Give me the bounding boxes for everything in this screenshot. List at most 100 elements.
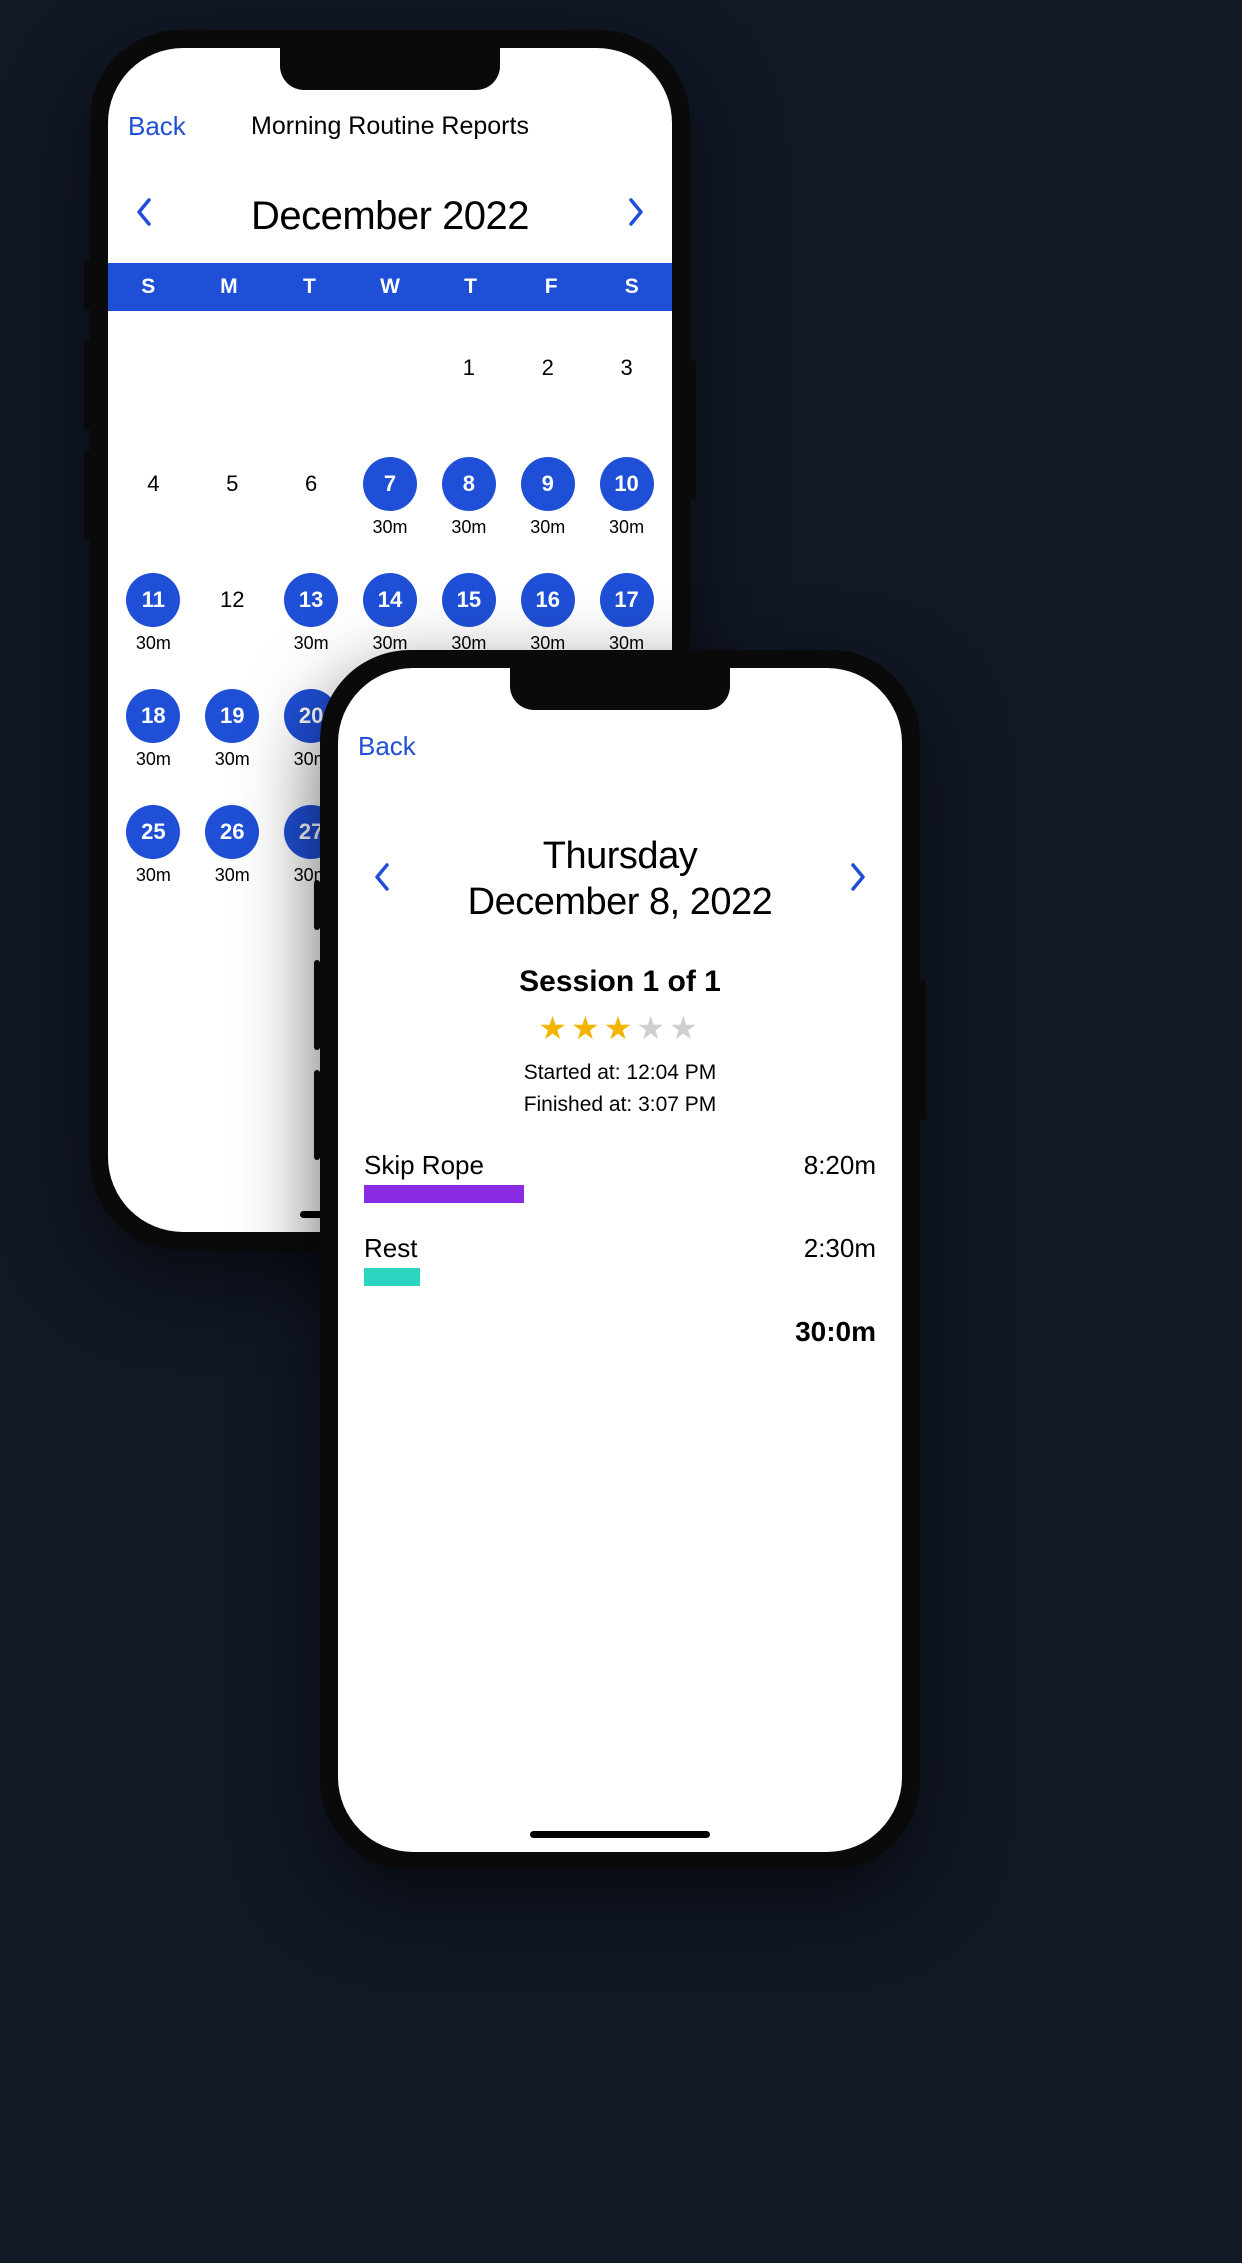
day-number: 16 bbox=[521, 573, 575, 627]
prev-day-button[interactable] bbox=[364, 859, 398, 901]
calendar-day[interactable]: 3 bbox=[587, 341, 666, 427]
navbar: Back Morning Routine Reports bbox=[108, 98, 672, 154]
day-number: 5 bbox=[205, 457, 259, 511]
day-number: 17 bbox=[600, 573, 654, 627]
day-number: 9 bbox=[521, 457, 575, 511]
session-label: Session 1 of 1 bbox=[338, 965, 902, 999]
day-number: 8 bbox=[442, 457, 496, 511]
day-duration: 30m bbox=[530, 517, 565, 538]
star-icon: ★ bbox=[538, 1010, 571, 1046]
day-number: 2 bbox=[521, 341, 575, 395]
calendar-day[interactable]: 2530m bbox=[114, 805, 193, 891]
activity-row: Rest 2:30m bbox=[364, 1233, 876, 1286]
day-number: 11 bbox=[126, 573, 180, 627]
calendar-day[interactable]: 5 bbox=[193, 457, 272, 543]
day-number bbox=[363, 341, 417, 395]
calendar-day[interactable]: 1730m bbox=[587, 573, 666, 659]
day-duration: 30m bbox=[136, 865, 171, 886]
calendar-day[interactable]: 1 bbox=[429, 341, 508, 427]
calendar-day bbox=[114, 341, 193, 427]
calendar-day[interactable]: 4 bbox=[114, 457, 193, 543]
weekday-cell: T bbox=[430, 275, 511, 299]
page-title: Morning Routine Reports bbox=[251, 112, 529, 141]
activity-list: Skip Rope 8:20m Rest 2:30m bbox=[338, 1150, 902, 1286]
day-number: 25 bbox=[126, 805, 180, 859]
day-number: 13 bbox=[284, 573, 338, 627]
calendar-day[interactable]: 2 bbox=[508, 341, 587, 427]
star-icon: ★ bbox=[636, 1010, 669, 1046]
activity-row: Skip Rope 8:20m bbox=[364, 1150, 876, 1203]
weekday-cell: M bbox=[189, 275, 270, 299]
day-duration: 30m bbox=[215, 865, 250, 886]
day-duration: 30m bbox=[609, 517, 644, 538]
calendar-day[interactable]: 1030m bbox=[587, 457, 666, 543]
day-number bbox=[205, 341, 259, 395]
calendar-day[interactable]: 930m bbox=[508, 457, 587, 543]
back-button[interactable]: Back bbox=[358, 731, 416, 762]
day-number: 26 bbox=[205, 805, 259, 859]
day-number: 18 bbox=[126, 689, 180, 743]
day-number: 14 bbox=[363, 573, 417, 627]
star-icon: ★ bbox=[604, 1010, 637, 1046]
day-number: 6 bbox=[284, 457, 338, 511]
started-at: Started at: 12:04 PM bbox=[338, 1057, 902, 1089]
next-day-button[interactable] bbox=[842, 859, 876, 901]
prev-month-button[interactable] bbox=[126, 197, 160, 236]
activity-name: Skip Rope bbox=[364, 1150, 524, 1181]
day-duration: 30m bbox=[136, 749, 171, 770]
activity-bar bbox=[364, 1268, 420, 1286]
activity-name: Rest bbox=[364, 1233, 420, 1264]
chevron-right-icon bbox=[850, 862, 868, 892]
day-number: 4 bbox=[126, 457, 180, 511]
calendar-day[interactable]: 2630m bbox=[193, 805, 272, 891]
calendar-day[interactable]: 12 bbox=[193, 573, 272, 659]
calendar-day[interactable]: 830m bbox=[429, 457, 508, 543]
home-indicator bbox=[530, 1831, 710, 1838]
session-meta: Started at: 12:04 PM Finished at: 3:07 P… bbox=[338, 1057, 902, 1120]
screen-session-detail: Back Thursday December 8, 2022 Session 1… bbox=[338, 668, 902, 1852]
star-icon: ★ bbox=[571, 1010, 604, 1046]
chevron-left-icon bbox=[134, 197, 152, 227]
calendar-day[interactable]: 1130m bbox=[114, 573, 193, 659]
notch bbox=[510, 668, 730, 710]
notch bbox=[280, 48, 500, 90]
weekday-cell: T bbox=[269, 275, 350, 299]
calendar-day[interactable]: 1630m bbox=[508, 573, 587, 659]
day-duration: 30m bbox=[451, 517, 486, 538]
day-number: 1 bbox=[442, 341, 496, 395]
month-header: December 2022 bbox=[108, 194, 672, 239]
day-duration: 30m bbox=[215, 749, 250, 770]
calendar-day[interactable]: 1430m bbox=[351, 573, 430, 659]
chevron-right-icon bbox=[628, 197, 646, 227]
chevron-left-icon bbox=[372, 862, 390, 892]
calendar-day[interactable]: 1330m bbox=[272, 573, 351, 659]
day-date: December 8, 2022 bbox=[398, 880, 842, 926]
day-title: Thursday December 8, 2022 bbox=[398, 834, 842, 925]
weekday-cell: F bbox=[511, 275, 592, 299]
month-title: December 2022 bbox=[200, 194, 580, 239]
next-month-button[interactable] bbox=[620, 197, 654, 236]
activity-bar bbox=[364, 1185, 524, 1203]
calendar-day bbox=[272, 341, 351, 427]
calendar-day bbox=[193, 341, 272, 427]
day-number: 19 bbox=[205, 689, 259, 743]
weekday-cell: S bbox=[108, 275, 189, 299]
day-duration: 30m bbox=[372, 517, 407, 538]
calendar-day[interactable]: 730m bbox=[351, 457, 430, 543]
day-number: 3 bbox=[600, 341, 654, 395]
day-header: Thursday December 8, 2022 bbox=[338, 834, 902, 925]
back-button[interactable]: Back bbox=[128, 111, 186, 142]
calendar-day[interactable]: 1530m bbox=[429, 573, 508, 659]
day-weekday: Thursday bbox=[398, 834, 842, 880]
calendar-day[interactable]: 1830m bbox=[114, 689, 193, 775]
rating-stars: ★★★★★ bbox=[338, 1009, 902, 1047]
calendar-day[interactable]: 1930m bbox=[193, 689, 272, 775]
calendar-day[interactable]: 6 bbox=[272, 457, 351, 543]
activity-time: 8:20m bbox=[804, 1150, 876, 1181]
day-number: 10 bbox=[600, 457, 654, 511]
day-number: 7 bbox=[363, 457, 417, 511]
day-number: 12 bbox=[205, 573, 259, 627]
day-number bbox=[284, 341, 338, 395]
activity-time: 2:30m bbox=[804, 1233, 876, 1264]
total-duration: 30:0m bbox=[338, 1316, 902, 1348]
